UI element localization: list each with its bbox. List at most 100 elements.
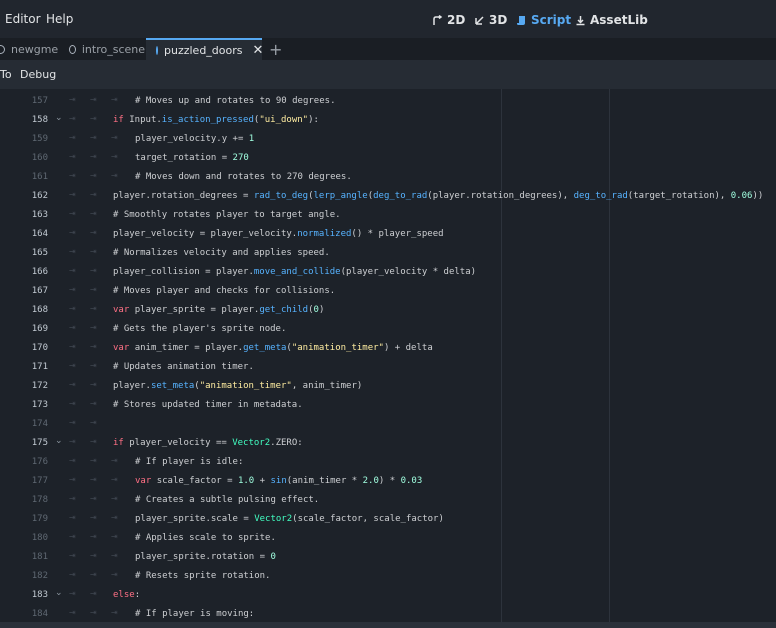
tab-indent-icon: ⇥: [69, 513, 76, 522]
code-line[interactable]: 182 ⇥ ⇥ ⇥ # Resets sprite rotation.: [0, 567, 776, 586]
tab-indent-icon: ⇥: [90, 589, 97, 598]
code-line[interactable]: 176 ⇥ ⇥ ⇥ # If player is idle:: [0, 453, 776, 472]
code-line[interactable]: 172 ⇥ ⇥ player.set_meta("animation_timer", …: [0, 377, 776, 396]
code-line[interactable]: 183 ⌄ ⇥ ⇥ else:: [0, 586, 776, 605]
goto-menu[interactable]: To: [0, 68, 12, 81]
menu-editor[interactable]: Editor: [5, 12, 41, 26]
tab-indent-icon: ⇥: [69, 608, 76, 617]
tab-intro-scene[interactable]: intro_scene: [69, 38, 145, 60]
code-line[interactable]: 162 ⇥ ⇥ player.rotation_degrees = rad_to_de…: [0, 187, 776, 206]
script-icon: [517, 15, 525, 25]
workspace-3d-button[interactable]: 3D: [474, 13, 507, 27]
menu-help[interactable]: Help: [46, 12, 73, 26]
workspace-3d-label: 3D: [489, 13, 508, 27]
tab-indent-icon: ⇥: [69, 171, 76, 180]
tab-indent-icon: ⇥: [69, 304, 76, 313]
fold-arrow-icon[interactable]: ⌄: [55, 588, 63, 598]
code-text: player_collision = player.move_and_colli…: [113, 267, 477, 277]
code-text: # If player is moving:: [135, 609, 255, 619]
download-icon: [576, 15, 585, 25]
code-line[interactable]: 166 ⇥ ⇥ player_collision = player.move_and_…: [0, 263, 776, 282]
workspace-script-button[interactable]: Script: [516, 13, 571, 27]
code-line[interactable]: 165 ⇥ ⇥ # Normalizes velocity and applies s…: [0, 244, 776, 263]
code-line[interactable]: 170 ⇥ ⇥ var anim_timer = player.get_meta("a…: [0, 339, 776, 358]
code-line[interactable]: 173 ⇥ ⇥ # Stores updated timer in metadata.: [0, 396, 776, 415]
line-number: 161: [31, 172, 48, 182]
code-line[interactable]: 163 ⇥ ⇥ # Smoothly rotates player to target…: [0, 206, 776, 225]
tab-indent-icon: ⇥: [69, 114, 76, 123]
2d-icon: [433, 14, 443, 25]
line-number: 163: [31, 210, 48, 220]
tab-indent-icon: ⇥: [69, 418, 76, 427]
code-line[interactable]: 171 ⇥ ⇥ # Updates animation timer.: [0, 358, 776, 377]
tab-indent-icon: ⇥: [90, 551, 97, 560]
code-line[interactable]: 161 ⇥ ⇥ ⇥ # Moves down and rotates to 270 de…: [0, 168, 776, 187]
code-line[interactable]: 169 ⇥ ⇥ # Gets the player's sprite node.: [0, 320, 776, 339]
tab-puzzled-doors[interactable]: puzzled_doors ✕: [146, 38, 264, 60]
workspace-assetlib-button[interactable]: AssetLib: [575, 13, 648, 27]
tab-indent-icon: ⇥: [69, 437, 76, 446]
tab-indent-icon: ⇥: [111, 551, 118, 560]
fold-arrow-icon[interactable]: ⌄: [55, 436, 63, 446]
code-editor[interactable]: 157 ⇥ ⇥ ⇥ # Moves up and rotates to 90 degre…: [0, 89, 776, 622]
line-number: 181: [31, 552, 48, 562]
tab-newgme[interactable]: newgme: [0, 38, 60, 60]
line-number: 160: [31, 153, 48, 163]
tab-indent-icon: ⇥: [69, 380, 76, 389]
code-line[interactable]: 179 ⇥ ⇥ ⇥ player_sprite.scale = Vector2(scal…: [0, 510, 776, 529]
tab-indent-icon: ⇥: [90, 456, 97, 465]
fold-arrow-icon[interactable]: ⌄: [55, 113, 63, 123]
line-number: 178: [31, 495, 48, 505]
code-text: # Applies scale to sprite.: [135, 533, 276, 543]
code-line[interactable]: 167 ⇥ ⇥ # Moves player and checks for colli…: [0, 282, 776, 301]
line-number: 173: [31, 400, 48, 410]
line-number: 159: [31, 134, 48, 144]
code-text: # Resets sprite rotation.: [135, 571, 271, 581]
plus-icon: +: [269, 39, 283, 59]
code-text: var scale_factor = 1.0 + sin(anim_timer …: [135, 476, 423, 486]
code-line[interactable]: 160 ⇥ ⇥ ⇥ target_rotation = 270: [0, 149, 776, 168]
line-number: 174: [31, 419, 48, 429]
tab-indent-icon: ⇥: [90, 247, 97, 256]
code-line[interactable]: 157 ⇥ ⇥ ⇥ # Moves up and rotates to 90 degre…: [0, 92, 776, 111]
code-line[interactable]: 164 ⇥ ⇥ player_velocity = player_velocity.n…: [0, 225, 776, 244]
code-line[interactable]: 174 ⇥ ⇥: [0, 415, 776, 434]
code-line[interactable]: 181 ⇥ ⇥ ⇥ player_sprite.rotation = 0: [0, 548, 776, 567]
tab-indent-icon: ⇥: [90, 418, 97, 427]
workspace-2d-button[interactable]: 2D: [432, 13, 465, 27]
line-number: 175: [31, 438, 48, 448]
tab-indent-icon: ⇥: [90, 532, 97, 541]
line-number: 158: [31, 115, 48, 125]
workspace-script-label: Script: [531, 13, 572, 27]
line-number: 162: [31, 191, 48, 201]
close-icon[interactable]: ✕: [253, 43, 264, 58]
tab-indent-icon: ⇥: [69, 228, 76, 237]
code-line[interactable]: 159 ⇥ ⇥ ⇥ player_velocity.y += 1: [0, 130, 776, 149]
debug-menu[interactable]: Debug: [20, 68, 56, 81]
code-line[interactable]: 178 ⇥ ⇥ ⇥ # Creates a subtle pulsing effect.: [0, 491, 776, 510]
code-line[interactable]: 168 ⇥ ⇥ var player_sprite = player.get_chil…: [0, 301, 776, 320]
add-tab-button[interactable]: +: [269, 38, 282, 60]
tab-indent-icon: ⇥: [90, 399, 97, 408]
tab-indent-icon: ⇥: [90, 361, 97, 370]
code-line[interactable]: 177 ⇥ ⇥ ⇥ var scale_factor = 1.0 + sin(anim_…: [0, 472, 776, 491]
line-number: 182: [31, 571, 48, 581]
tab-indent-icon: ⇥: [90, 323, 97, 332]
tab-indent-icon: ⇥: [90, 475, 97, 484]
line-number: 164: [31, 229, 48, 239]
tab-indent-icon: ⇥: [90, 228, 97, 237]
tab-indent-icon: ⇥: [90, 190, 97, 199]
bottom-panel-edge: [0, 622, 776, 628]
code-text: # Moves up and rotates to 90 degrees.: [135, 96, 336, 106]
code-line[interactable]: 175 ⌄ ⇥ ⇥ if player_velocity == Vector2.ZERO…: [0, 434, 776, 453]
tab-indent-icon: ⇥: [69, 532, 76, 541]
code-line[interactable]: 184 ⇥ ⇥ ⇥ # If player is moving:: [0, 605, 776, 622]
tab-label: puzzled_doors: [164, 43, 243, 57]
tab-indent-icon: ⇥: [69, 95, 76, 104]
code-line[interactable]: 180 ⇥ ⇥ ⇥ # Applies scale to sprite.: [0, 529, 776, 548]
tab-indent-icon: ⇥: [69, 494, 76, 503]
tab-indent-icon: ⇥: [69, 361, 76, 370]
code-line[interactable]: 158 ⌄ ⇥ ⇥ if Input.is_action_pressed("ui_dow…: [0, 111, 776, 130]
tab-indent-icon: ⇥: [111, 456, 118, 465]
line-number: 166: [31, 267, 48, 277]
